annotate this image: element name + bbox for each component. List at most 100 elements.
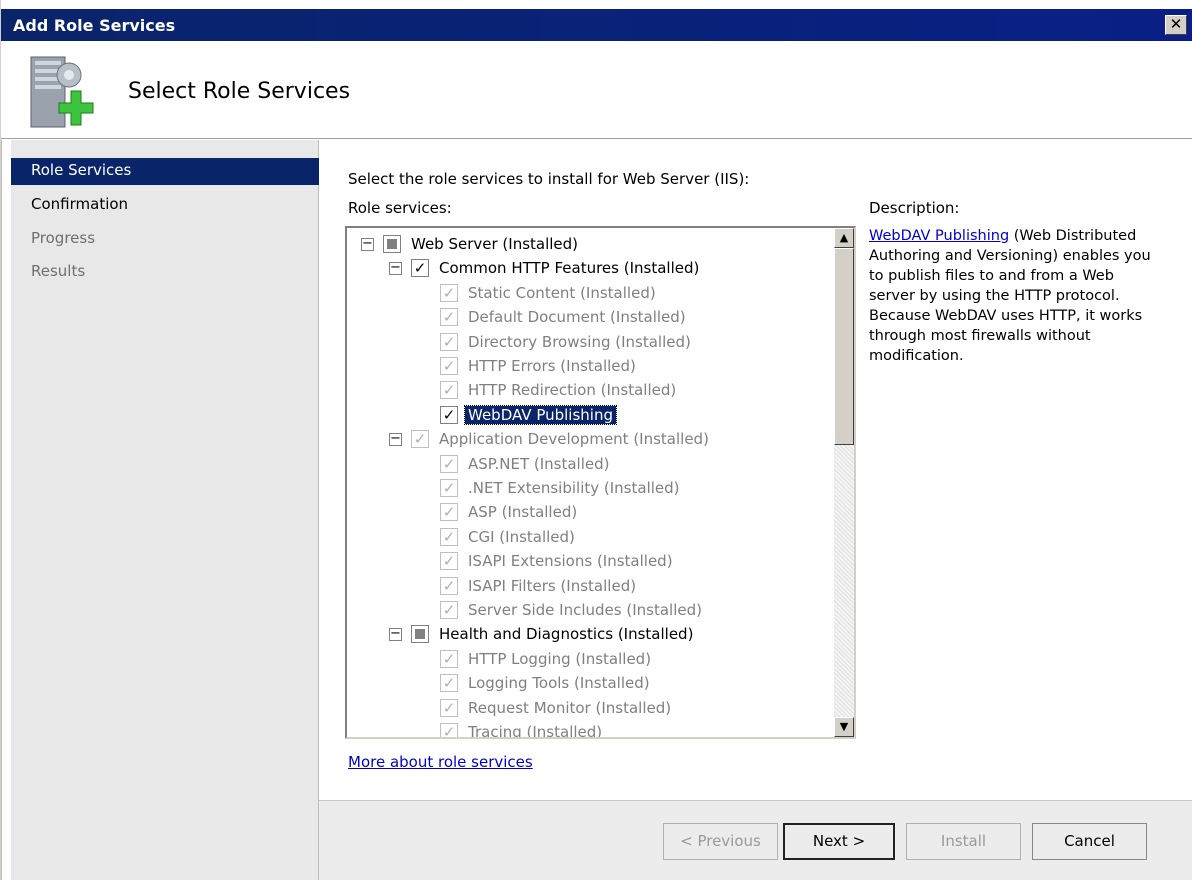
description-body: (Web Distributed Authoring and Versionin…: [869, 228, 1151, 364]
tree-row[interactable]: ✓ Server Side Includes (Installed): [440, 598, 702, 622]
window-title: Add Role Services: [13, 16, 176, 35]
tree-item-label: Server Side Includes (Installed): [468, 601, 702, 619]
description-label: Description:: [869, 199, 960, 217]
tree-row[interactable]: ✓ Directory Browsing (Installed): [440, 330, 691, 354]
sidebar-item-results: Results: [31, 262, 86, 280]
previous-button[interactable]: < Previous: [663, 823, 778, 860]
collapse-icon[interactable]: −: [361, 237, 374, 251]
tree-item-label: ISAPI Extensions (Installed): [468, 552, 673, 571]
install-button[interactable]: Install: [906, 823, 1021, 860]
tree-row[interactable]: ✓ HTTP Logging (Installed): [440, 647, 651, 671]
tree-row[interactable]: ✓ CGI (Installed): [440, 525, 575, 549]
wizard-header: Select Role Services: [1, 41, 1192, 139]
tree-scrollbar[interactable]: ▲ ▼: [834, 228, 854, 737]
left-border: [1, 140, 11, 880]
scroll-down-button[interactable]: ▼: [834, 717, 854, 737]
tree-item-label: ASP.NET (Installed): [468, 454, 610, 473]
role-services-label: Role services:: [348, 199, 452, 217]
tree-row[interactable]: ✓ .NET Extensibility (Installed): [440, 476, 680, 500]
tree-row[interactable]: ✓ ISAPI Extensions (Installed): [440, 549, 673, 573]
tree-item-label: Application Development (Installed): [439, 430, 709, 449]
more-about-role-services-link[interactable]: More about role services: [348, 753, 533, 771]
tree-row[interactable]: ✓ Static Content (Installed): [440, 281, 656, 305]
collapse-icon[interactable]: −: [389, 627, 402, 641]
checkbox[interactable]: ✓: [411, 430, 429, 449]
checkbox[interactable]: ✓: [440, 601, 458, 619]
page-title: Select Role Services: [128, 79, 351, 104]
checkbox[interactable]: ✓: [440, 454, 458, 473]
tree-row[interactable]: − ✓ Application Development (Installed): [389, 427, 709, 451]
tree-row[interactable]: ✓ ISAPI Filters (Installed): [440, 574, 636, 598]
scroll-up-icon: ▲: [839, 231, 849, 244]
tree-row[interactable]: ✓ ASP.NET (Installed): [440, 452, 610, 476]
tree-item-label: CGI (Installed): [468, 527, 575, 546]
checkbox[interactable]: ✓: [440, 674, 458, 693]
tree-row[interactable]: ✓ Default Document (Installed): [440, 305, 686, 329]
checkbox[interactable]: ✓: [440, 308, 458, 327]
wizard-steps-sidebar: Role Services Confirmation Progress Resu…: [11, 140, 319, 880]
checkbox[interactable]: ✓: [440, 381, 458, 400]
sidebar-item-confirmation[interactable]: Confirmation: [11, 192, 319, 219]
close-icon: ✕: [1169, 15, 1183, 33]
checkbox[interactable]: ✓: [440, 649, 458, 668]
collapse-icon[interactable]: −: [389, 261, 402, 275]
title-bar: Add Role Services ✕: [1, 9, 1192, 41]
checkbox[interactable]: ✓: [440, 405, 458, 424]
tree-item-label: .NET Extensibility (Installed): [468, 479, 680, 497]
tree-item-label: Default Document (Installed): [468, 308, 686, 327]
tree-row[interactable]: − Health and Diagnostics (Installed): [389, 622, 693, 646]
tree-item-label: Static Content (Installed): [468, 283, 656, 302]
intro-text: Select the role services to install for …: [348, 170, 750, 188]
sidebar-item-role-services[interactable]: Role Services: [11, 158, 319, 185]
cancel-button[interactable]: Cancel: [1032, 823, 1147, 860]
checkbox[interactable]: ✓: [440, 698, 458, 717]
tree-row[interactable]: ✓ ASP (Installed): [440, 500, 577, 524]
tree-item-label: Request Monitor (Installed): [468, 698, 672, 717]
checkbox[interactable]: ✓: [440, 283, 458, 302]
tree-items: − Web Server (Installed) − ✓ Common HTTP Fea…: [347, 228, 834, 737]
tree-item-label: ISAPI Filters (Installed): [468, 576, 637, 595]
server-add-icon: [30, 56, 94, 128]
scroll-thumb[interactable]: [834, 248, 854, 445]
next-button[interactable]: Next >: [783, 823, 895, 860]
tree-row[interactable]: − ✓ Common HTTP Features (Installed): [389, 256, 699, 280]
checkbox[interactable]: ✓: [440, 527, 458, 546]
checkbox[interactable]: ✓: [440, 332, 458, 351]
tree-row[interactable]: ✓ Logging Tools (Installed): [440, 671, 650, 695]
checkbox[interactable]: ✓: [440, 576, 458, 595]
webdav-publishing-link[interactable]: WebDAV Publishing: [869, 228, 1009, 244]
tree-item-label: Health and Diagnostics (Installed): [439, 625, 694, 644]
scroll-down-icon: ▼: [839, 720, 849, 733]
tree-item-label: ASP (Installed): [468, 503, 578, 522]
checkbox[interactable]: ✓: [440, 479, 458, 497]
role-services-tree[interactable]: − Web Server (Installed) − ✓ Common HTTP Fea…: [345, 226, 856, 739]
tree-item-label: Common HTTP Features (Installed): [439, 259, 700, 278]
tree-item-label: HTTP Logging (Installed): [468, 649, 652, 668]
tree-item-label: HTTP Redirection (Installed): [468, 381, 677, 400]
tree-row[interactable]: ✓ Request Monitor (Installed): [440, 696, 671, 720]
tree-item-label: HTTP Errors (Installed): [468, 357, 636, 375]
checkbox[interactable]: [383, 235, 401, 253]
checkbox[interactable]: [411, 625, 429, 644]
tree-item-label: Directory Browsing (Installed): [468, 332, 691, 351]
close-button[interactable]: ✕: [1165, 15, 1187, 35]
tree-item-label: Logging Tools (Installed): [468, 674, 650, 693]
tree-row[interactable]: ✓ WebDAV Publishing: [440, 403, 617, 427]
tree-row[interactable]: ✓ Tracing (Installed): [440, 720, 603, 739]
checkbox[interactable]: ✓: [440, 357, 458, 375]
description-text: WebDAV Publishing (Web Distributed Autho…: [869, 226, 1159, 366]
scroll-up-button[interactable]: ▲: [834, 228, 854, 248]
checkbox[interactable]: ✓: [411, 259, 429, 278]
tree-item-label: Tracing (Installed): [468, 723, 603, 739]
tree-row[interactable]: − Web Server (Installed): [361, 232, 578, 256]
tree-item-label: Web Server (Installed): [411, 235, 579, 253]
sidebar-item-progress: Progress: [31, 229, 96, 247]
tree-row[interactable]: ✓ HTTP Redirection (Installed): [440, 378, 676, 402]
checkbox[interactable]: ✓: [440, 723, 458, 737]
checkbox[interactable]: ✓: [440, 503, 458, 522]
tree-item-label: WebDAV Publishing: [464, 404, 617, 425]
tree-row[interactable]: ✓ HTTP Errors (Installed): [440, 354, 636, 378]
checkbox[interactable]: ✓: [440, 552, 458, 571]
collapse-icon[interactable]: −: [389, 432, 402, 446]
add-role-services-window: Add Role Services ✕ Select Role Services…: [0, 0, 1192, 880]
